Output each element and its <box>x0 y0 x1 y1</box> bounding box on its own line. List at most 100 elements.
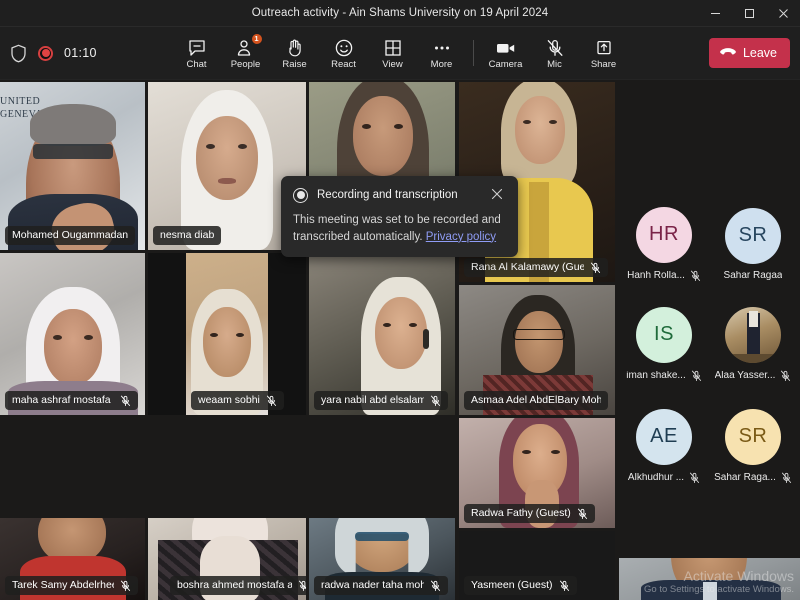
toolbar-divider <box>473 40 474 66</box>
video-tile-radwa-fathy[interactable]: Radwa Fathy (Guest) <box>459 418 615 528</box>
participant-name: Sahar Ragaa <box>723 270 783 281</box>
mic-muted-icon <box>577 508 588 520</box>
avatar-tile-sahar-ragaa[interactable]: SR Sahar Ragaa <box>711 198 795 290</box>
avatar-tile-sahar-raga[interactable]: SR Sahar Raga... <box>711 400 795 492</box>
window-controls <box>698 0 800 26</box>
mic-muted-icon <box>120 580 131 592</box>
avatar-name-row: Sahar Raga... <box>714 472 792 484</box>
video-tile-boshra-ahmed-mostafa[interactable]: boshra ahmed mostafa a... <box>148 518 306 600</box>
people-icon: 1 <box>236 32 263 58</box>
avatar-name-row: iman shake... <box>626 370 701 382</box>
avatar-name-row: Hanh Rolla... <box>627 270 701 282</box>
video-tile-weaam-sobhi[interactable]: weaam sobhi <box>148 253 306 415</box>
mic-muted-icon <box>559 580 570 592</box>
participant-name: iman shake... <box>626 370 686 381</box>
avatar: SR <box>725 408 781 465</box>
avatar-tile-iman-shake[interactable]: IS iman shake... <box>622 298 706 390</box>
chat-button[interactable]: Chat <box>172 30 221 77</box>
video-tile-radwa-nader-taha[interactable]: radwa nader taha moha... <box>309 518 455 600</box>
raise-label: Raise <box>282 58 307 70</box>
participant-name: yara nabil abd elsalam a... <box>321 395 424 406</box>
close-button[interactable] <box>766 0 800 27</box>
toolbar-left-group: 01:10 <box>10 44 97 63</box>
participant-name: radwa nader taha moha... <box>321 580 424 591</box>
mic-muted-icon <box>298 580 306 592</box>
mic-button[interactable]: Mic <box>530 30 579 77</box>
leave-button[interactable]: Leave <box>708 38 790 68</box>
mic-muted-icon <box>590 262 601 274</box>
participant-name: Alkhudhur ... <box>627 472 685 483</box>
video-tile-yara-nabil-abd-elsalam[interactable]: yara nabil abd elsalam a... <box>309 253 455 415</box>
camera-label: Camera <box>488 58 523 70</box>
react-label: React <box>331 58 356 70</box>
avatar-name-row: Alaa Yasser... <box>715 370 792 382</box>
video-tile-asmaa-adel-abdelbary[interactable]: Asmaa Adel AbdElBary Moha... <box>459 285 615 415</box>
participant-name: Mohamed Ougammadan <box>12 230 129 241</box>
recording-indicator-icon <box>38 45 53 61</box>
avatar-name-row: Sahar Ragaa <box>724 271 783 281</box>
avatar-initials: IS <box>654 323 674 345</box>
participant-name: Rana Al Kalamawy (Guest) <box>471 262 584 273</box>
meeting-toolbar: 01:10 Chat 1 People Raise React View Mor… <box>0 27 800 80</box>
mic-muted-icon <box>689 472 700 484</box>
video-tile-mohamed-ougammadan[interactable]: UNITED GENEVA Mohamed Ougammadan <box>0 82 145 250</box>
video-stage: UNITED GENEVA Mohamed Ougammadan nesma di… <box>0 80 800 600</box>
participant-name-badge: radwa nader taha moha... <box>314 576 448 595</box>
notification-body: This meeting was set to be recorded and … <box>293 212 506 245</box>
avatar-tile-hanh-rolla[interactable]: HR Hanh Rolla... <box>622 198 706 290</box>
avatar: IS <box>636 306 692 363</box>
maximize-button[interactable] <box>732 0 766 27</box>
people-label: People <box>230 58 261 70</box>
avatar-tile-alaa-yasser[interactable]: Alaa Yasser... <box>711 298 795 390</box>
video-tile-tarek-samy-abdelrheem[interactable]: Tarek Samy Abdelrheem ... <box>0 518 145 600</box>
share-button[interactable]: Share <box>579 30 628 77</box>
view-button[interactable]: View <box>368 30 417 77</box>
participant-name: Radwa Fathy (Guest) <box>471 508 571 519</box>
more-button[interactable]: More <box>417 30 466 77</box>
more-label: More <box>430 58 453 70</box>
chat-icon <box>187 37 207 58</box>
avatar-initials: SR <box>738 425 768 447</box>
chat-label: Chat <box>186 58 207 70</box>
participant-name: Asmaa Adel AbdElBary Moha... <box>471 395 601 406</box>
participant-name: boshra ahmed mostafa a... <box>177 580 292 591</box>
mic-muted-icon <box>430 580 441 592</box>
people-button[interactable]: 1 People <box>221 30 270 77</box>
close-icon[interactable] <box>488 186 506 204</box>
participant-name: Yasmeen (Guest) <box>471 580 553 591</box>
participant-name-badge: Mohamed Ougammadan <box>5 226 136 245</box>
avatar-initials: SR <box>738 224 768 246</box>
notification-title: Recording and transcription <box>317 189 458 201</box>
participant-name: weaam sobhi <box>198 395 260 406</box>
hand-icon <box>285 37 305 58</box>
video-feed <box>619 558 800 600</box>
video-tile-yasmeen[interactable]: Yasmeen (Guest) <box>459 531 615 600</box>
mic-label: Mic <box>547 58 562 70</box>
participant-name-badge: Asmaa Adel AbdElBary Moha... <box>464 391 608 410</box>
minimize-button[interactable] <box>698 0 732 27</box>
view-label: View <box>382 58 403 70</box>
window-title: Outreach activity - Ain Shams University… <box>251 7 549 19</box>
mic-muted-icon <box>690 270 701 282</box>
privacy-policy-link[interactable]: Privacy policy <box>426 231 496 243</box>
share-icon <box>594 37 614 58</box>
participant-name-badge: maha ashraf mostafa ka... <box>5 391 138 410</box>
avatar-photo <box>725 306 781 363</box>
video-tile-bottom-right[interactable]: Activate Windows Go to Settings to activ… <box>619 558 800 600</box>
camera-button[interactable]: Camera <box>481 30 530 77</box>
video-tile-maha-ashraf-mostafa[interactable]: maha ashraf mostafa ka... <box>0 253 145 415</box>
avatar-tile-alkhudhur[interactable]: AE Alkhudhur ... <box>622 400 706 492</box>
participant-name: nesma diab <box>160 230 215 241</box>
video-feed: UNITED GENEVA <box>0 82 145 250</box>
participant-name-badge: yara nabil abd elsalam a... <box>314 391 448 410</box>
react-button[interactable]: React <box>319 30 368 77</box>
participant-name: maha ashraf mostafa ka... <box>12 395 114 406</box>
raise-hand-button[interactable]: Raise <box>270 30 319 77</box>
participant-name-badge: Rana Al Kalamawy (Guest) <box>464 258 608 277</box>
avatar-initials: HR <box>649 223 679 245</box>
leave-label: Leave <box>742 46 777 60</box>
participant-name-badge: Tarek Samy Abdelrheem ... <box>5 576 138 595</box>
mic-muted-icon <box>780 370 791 382</box>
mic-muted-icon <box>545 37 565 58</box>
ellipsis-icon <box>432 37 452 58</box>
